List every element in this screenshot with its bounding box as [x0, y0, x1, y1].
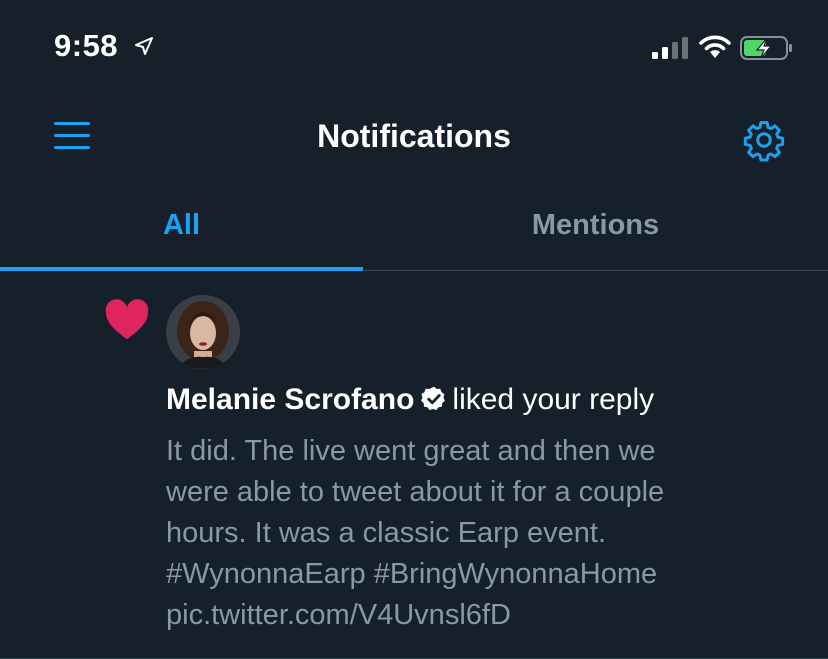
tweet-preview: It did. The live went great and then we …: [166, 431, 766, 636]
tab-all[interactable]: All: [0, 186, 363, 270]
tweet-line: were able to tweet about it for a couple: [166, 476, 665, 508]
tab-mentions[interactable]: Mentions: [363, 186, 828, 270]
verified-badge-icon: [421, 386, 446, 411]
notification-headline: Melanie Scrofano liked your reply: [166, 383, 654, 417]
page-title: Notifications: [317, 118, 511, 154]
cellular-signal-icon: [652, 37, 688, 59]
tweet-hashtags[interactable]: #WynonnaEarp #BringWynonnaHome: [166, 554, 766, 595]
wifi-icon: [699, 35, 731, 58]
user-name[interactable]: Melanie Scrofano: [166, 383, 414, 416]
notification-tabs: All Mentions: [0, 186, 828, 271]
location-arrow-icon: [135, 37, 153, 55]
avatar[interactable]: [166, 295, 240, 369]
battery-charging-icon: [740, 36, 792, 60]
notification-action: liked your reply: [452, 383, 655, 416]
status-time: 9:58: [54, 28, 119, 63]
heart-icon: [105, 299, 149, 340]
avatar-portrait: [166, 295, 240, 369]
gear-icon[interactable]: [742, 118, 786, 162]
tweet-line: It did. The live went great and then we: [166, 435, 656, 467]
tweet-line: hours. It was a classic Earp event.: [166, 517, 607, 549]
status-bar: 9:58: [0, 0, 828, 96]
notification-item[interactable]: Melanie Scrofano liked your reply It did…: [0, 271, 828, 659]
tweet-link[interactable]: pic.twitter.com/V4Uvnsl6fD: [166, 595, 766, 636]
top-nav-bar: Notifications: [0, 96, 828, 186]
